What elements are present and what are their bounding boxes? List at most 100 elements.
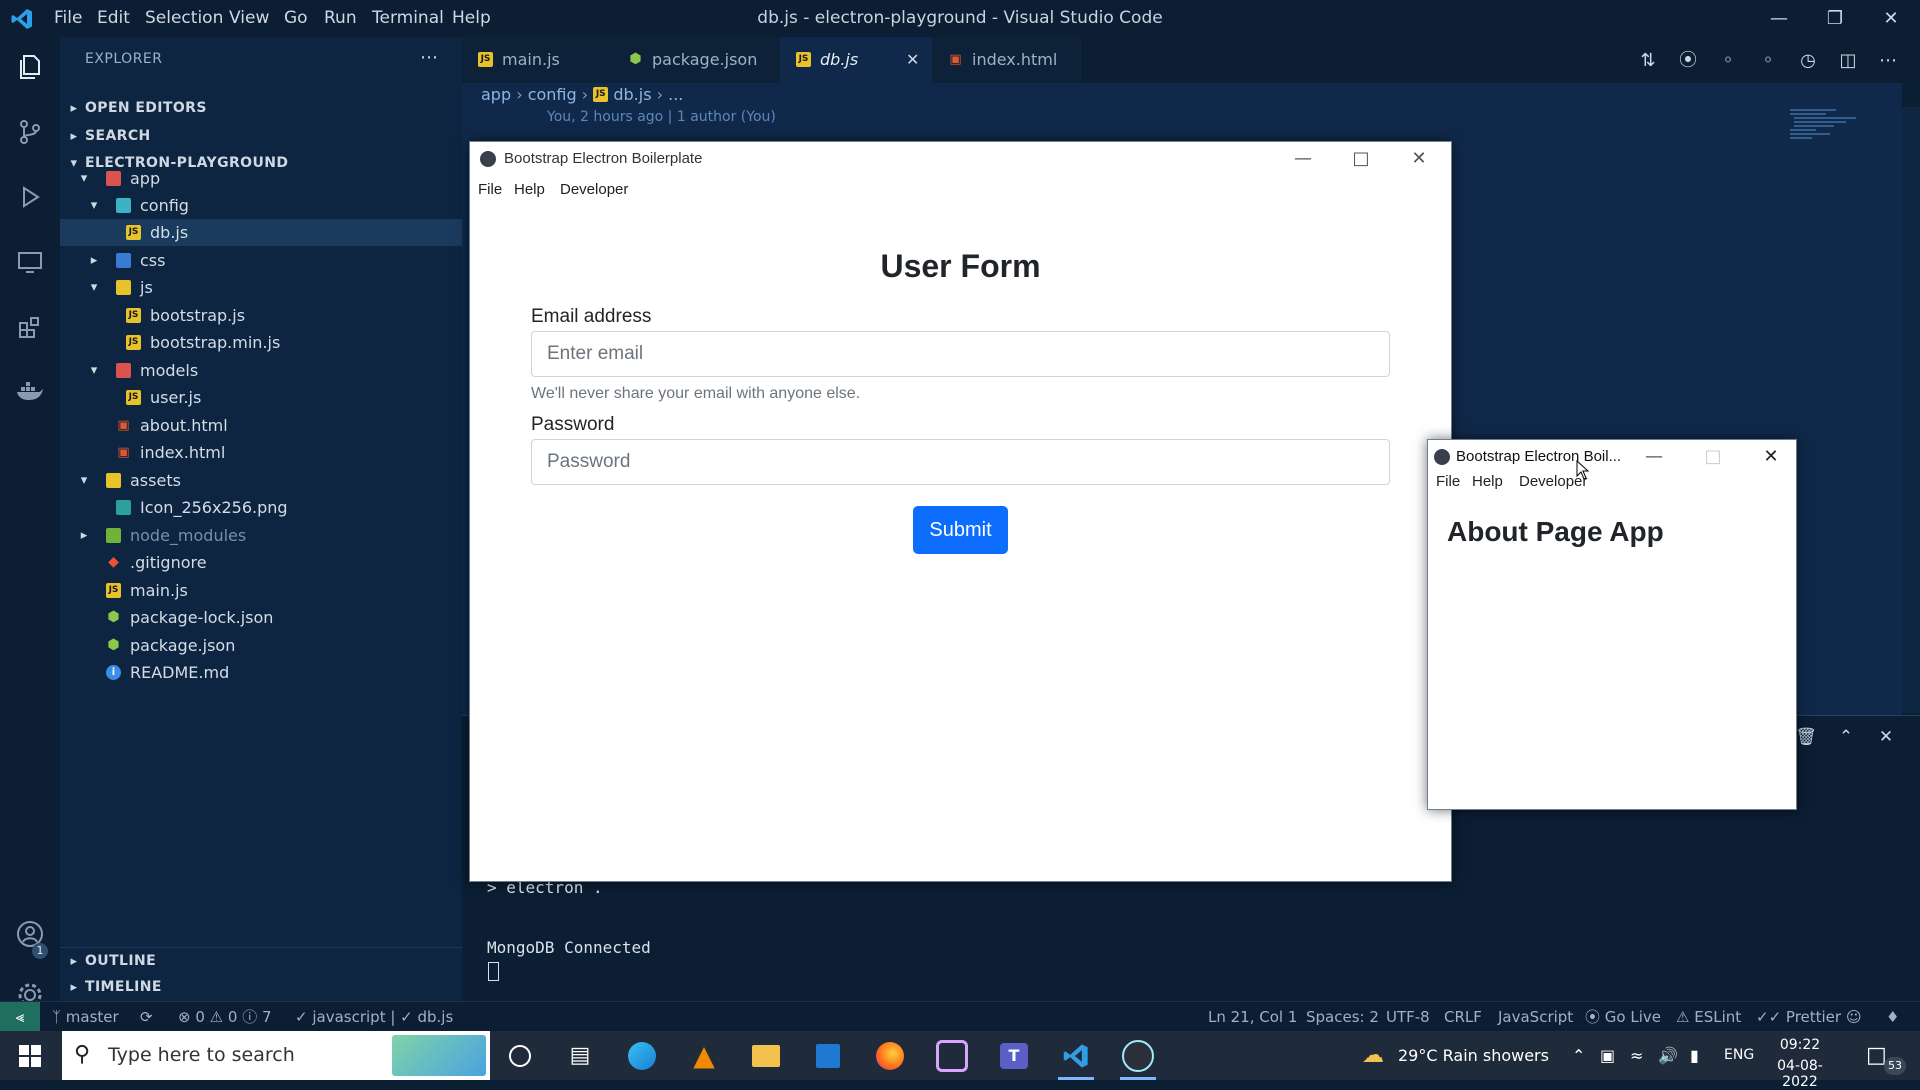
tree-folder-app[interactable]: ▾ app — [60, 165, 462, 192]
clock-date[interactable]: 04-08-2022 — [1765, 1058, 1835, 1090]
encoding[interactable]: UTF-8 — [1386, 1002, 1430, 1032]
edge-icon[interactable] — [612, 1031, 672, 1080]
indentation[interactable]: Spaces: 2 — [1306, 1002, 1379, 1032]
menu-run[interactable]: Run — [318, 0, 363, 37]
password-input[interactable]: Password — [531, 439, 1390, 485]
tree-folder-js[interactable]: ▾ js — [60, 274, 462, 301]
show-hidden-icons-icon[interactable]: ⌃ — [1572, 1031, 1585, 1080]
restore-button[interactable]: ❐ — [1812, 0, 1858, 37]
breadcrumb-more[interactable]: ... — [668, 85, 683, 104]
prettier-status[interactable]: ✓✓ Prettier — [1756, 1002, 1841, 1032]
taskbar-search-box[interactable]: ⚲ Type here to search — [62, 1031, 490, 1080]
store-icon[interactable] — [798, 1031, 858, 1080]
more-actions-icon[interactable]: ⋯ — [420, 47, 438, 68]
tree-file-readme[interactable]: i README.md — [60, 659, 462, 686]
close-button[interactable]: ✕ — [1868, 0, 1914, 37]
submit-button[interactable]: Submit — [913, 506, 1008, 554]
search-section[interactable]: ▸ SEARCH — [60, 123, 462, 150]
feedback-icon[interactable]: ☺ — [1846, 1002, 1862, 1032]
tree-folder-node-modules[interactable]: ▸ node_modules — [60, 522, 462, 549]
menu-help[interactable]: Help — [446, 0, 497, 37]
wifi-icon[interactable]: ≈ — [1630, 1031, 1643, 1080]
about-minimize-button[interactable]: — — [1631, 440, 1677, 474]
eslint-status[interactable]: ⚠ ESLint — [1676, 1002, 1741, 1032]
git-commit-icon[interactable]: ⦿ — [1674, 47, 1702, 75]
electron-maximize-button[interactable]: □ — [1338, 142, 1384, 176]
tree-file-icon-png[interactable]: Icon_256x256.png — [60, 494, 462, 521]
timeline-section[interactable]: ▸ TIMELINE — [60, 974, 462, 1001]
electron-menu-developer[interactable]: Developer — [560, 181, 628, 198]
breadcrumb-file[interactable]: db.js — [613, 85, 651, 104]
compare-changes-icon[interactable]: ⇅ — [1634, 47, 1662, 75]
menu-edit[interactable]: Edit — [91, 0, 136, 37]
battery-icon[interactable]: ▮ — [1690, 1031, 1699, 1080]
previous-change-icon[interactable]: ⚬ — [1714, 47, 1742, 75]
go-live-button[interactable]: ⦿ Go Live — [1585, 1002, 1661, 1032]
branch-indicator[interactable]: ᛉ master — [52, 1002, 119, 1032]
clock-time[interactable]: 09:22 — [1770, 1037, 1830, 1053]
teams-icon[interactable]: T — [984, 1031, 1044, 1080]
task-view-icon[interactable]: ▤ — [550, 1031, 610, 1080]
timeline-icon[interactable]: ◷ — [1794, 47, 1822, 75]
tab-main-js[interactable]: JS main.js — [462, 37, 613, 83]
meet-now-icon[interactable]: ▣ — [1600, 1031, 1615, 1080]
notifications-bell-icon[interactable]: ♦ — [1886, 1002, 1899, 1032]
minimap[interactable] — [1786, 107, 1904, 147]
tree-file-package-json[interactable]: ⬢ package.json — [60, 632, 462, 659]
windows-start-icon[interactable] — [0, 1031, 60, 1080]
minimize-button[interactable]: — — [1756, 0, 1802, 37]
tree-folder-assets[interactable]: ▾ assets — [60, 467, 462, 494]
cortana-icon[interactable] — [490, 1031, 550, 1080]
tab-index-html[interactable]: ▣ index.html — [932, 37, 1083, 83]
electron-taskbar-icon[interactable] — [1108, 1031, 1168, 1080]
tree-file-db-js[interactable]: JS db.js — [60, 219, 462, 246]
tab-db-js[interactable]: JS db.js ✕ — [780, 37, 933, 83]
menu-go[interactable]: Go — [278, 0, 314, 37]
breadcrumb-config[interactable]: config — [528, 85, 577, 104]
tree-file-user-js[interactable]: JS user.js — [60, 384, 462, 411]
file-explorer-icon[interactable] — [736, 1031, 796, 1080]
tree-folder-config[interactable]: ▾ config — [60, 192, 462, 219]
about-menu-help[interactable]: Help — [1472, 473, 1503, 490]
language-indicator[interactable]: ENG — [1724, 1031, 1754, 1080]
tree-file-index-html[interactable]: ▣ index.html — [60, 439, 462, 466]
remote-indicator-icon[interactable]: ⪡ — [0, 1002, 40, 1032]
editor-more-icon[interactable]: ⋯ — [1874, 47, 1902, 75]
maximize-panel-icon[interactable]: ⌃ — [1833, 724, 1859, 750]
remote-explorer-icon[interactable] — [0, 232, 60, 292]
weather-icon[interactable]: ☁ — [1362, 1031, 1384, 1080]
vscode-taskbar-icon[interactable] — [1046, 1031, 1106, 1080]
menu-file[interactable]: File — [48, 0, 88, 37]
action-center-icon[interactable]: □ — [1866, 1031, 1887, 1080]
language-mode[interactable]: JavaScript — [1498, 1002, 1573, 1032]
about-maximize-button[interactable]: □ — [1690, 440, 1736, 474]
run-debug-icon[interactable] — [0, 167, 60, 227]
next-change-icon[interactable]: ⚬ — [1754, 47, 1782, 75]
close-panel-icon[interactable]: ✕ — [1873, 724, 1899, 750]
tree-file-about-html[interactable]: ▣ about.html — [60, 412, 462, 439]
tab-package-json[interactable]: ⬢ package.json — [612, 37, 781, 83]
tree-folder-models[interactable]: ▾ models — [60, 357, 462, 384]
tree-file-gitignore[interactable]: ◆ .gitignore — [60, 549, 462, 576]
explorer-icon[interactable] — [0, 37, 60, 97]
about-close-button[interactable]: ✕ — [1748, 440, 1794, 474]
vlc-icon[interactable]: ▲ — [674, 1031, 734, 1080]
git-blame-lens[interactable]: You, 2 hours ago | 1 author (You) — [547, 109, 776, 125]
outline-section[interactable]: ▸ OUTLINE — [60, 947, 462, 975]
editor-scrollbar[interactable] — [1902, 107, 1920, 713]
open-editors-section[interactable]: ▸ OPEN EDITORS — [60, 95, 462, 122]
problems-indicator[interactable]: ⊗ 0 ⚠ 0 ⓘ 7 — [178, 1002, 272, 1032]
chat-app-icon[interactable] — [922, 1031, 982, 1080]
line-ending[interactable]: CRLF — [1444, 1002, 1482, 1032]
linter-status[interactable]: ✓ javascript | ✓ db.js — [295, 1002, 453, 1032]
menu-terminal[interactable]: Terminal — [366, 0, 450, 37]
tree-file-main-js[interactable]: JS main.js — [60, 577, 462, 604]
weather-text[interactable]: 29°C Rain showers — [1398, 1031, 1549, 1080]
tree-file-bootstrap-min-js[interactable]: JS bootstrap.min.js — [60, 329, 462, 356]
electron-minimize-button[interactable]: — — [1280, 142, 1326, 176]
tab-close-icon[interactable]: ✕ — [906, 37, 919, 83]
source-control-icon[interactable] — [0, 102, 60, 162]
cursor-position[interactable]: Ln 21, Col 1 — [1208, 1002, 1297, 1032]
electron-menu-file[interactable]: File — [478, 181, 502, 198]
tree-file-bootstrap-js[interactable]: JS bootstrap.js — [60, 302, 462, 329]
